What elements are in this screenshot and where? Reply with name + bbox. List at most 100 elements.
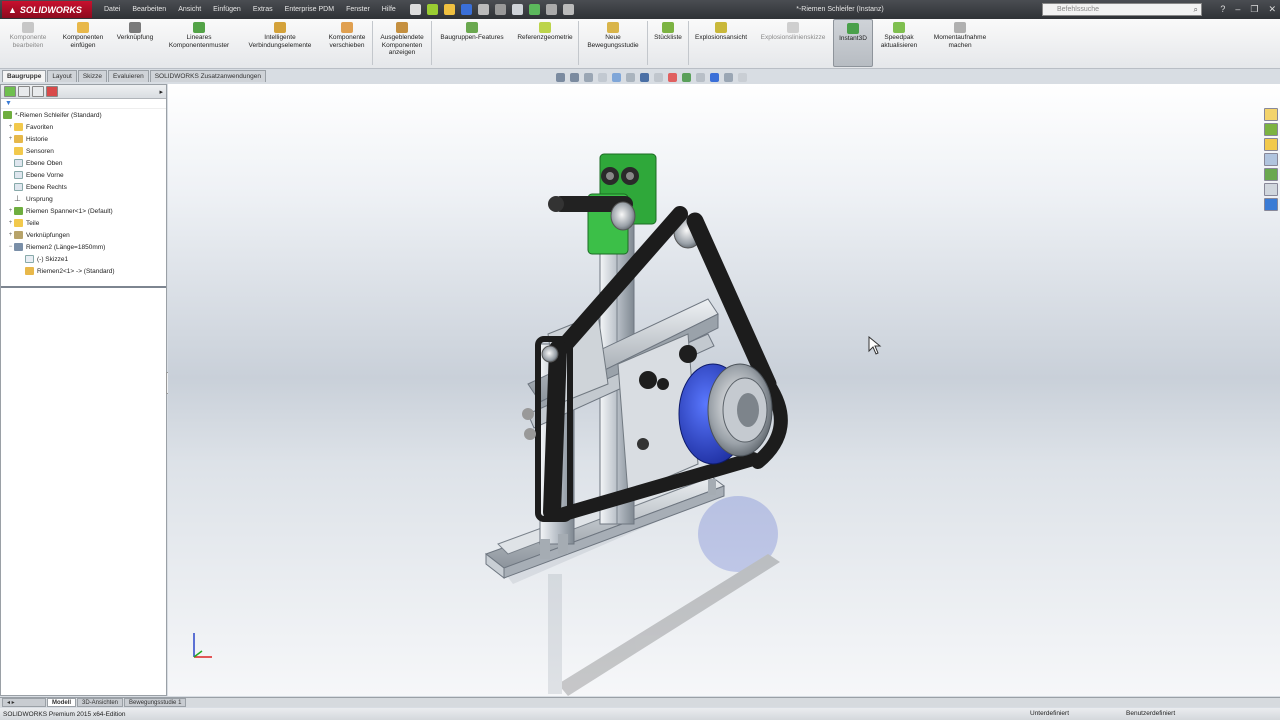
expand-icon[interactable]: +: [7, 124, 14, 130]
open-icon[interactable]: [426, 4, 438, 15]
tree-item-front-plane[interactable]: Ebene Vorne: [1, 169, 166, 181]
previous-view-icon[interactable]: [584, 73, 593, 82]
linear-pattern-button[interactable]: Lineares Komponentenmuster: [160, 19, 238, 67]
dynamic-annotation-icon[interactable]: [612, 73, 621, 82]
tree-item-history[interactable]: + Historie: [1, 133, 166, 145]
resources-tab-icon[interactable]: [1264, 123, 1278, 136]
apply-scene-icon[interactable]: [682, 73, 691, 82]
feature-tree-tab-icon[interactable]: [4, 86, 16, 97]
view-orientation-icon[interactable]: [626, 73, 635, 82]
traffic-light-icon[interactable]: [528, 4, 540, 15]
menu-insert[interactable]: Einfügen: [207, 0, 247, 19]
show-hidden-components-button[interactable]: Ausgeblendete Komponenten anzeigen: [373, 19, 431, 67]
design-library-icon[interactable]: [1264, 138, 1278, 151]
expand-icon[interactable]: +: [7, 208, 14, 214]
mate-button[interactable]: Verknüpfung: [110, 19, 160, 67]
tab-evaluate[interactable]: Evaluieren: [108, 70, 149, 82]
home-tab-icon[interactable]: [1264, 108, 1278, 121]
menu-file[interactable]: Datei: [98, 0, 126, 19]
tree-filter[interactable]: ▼: [1, 99, 166, 109]
bom-button[interactable]: Stückliste: [648, 19, 688, 67]
new-document-icon[interactable]: [409, 4, 421, 15]
tree-item-origin[interactable]: ⊥ Ursprung: [1, 193, 166, 205]
print-icon[interactable]: [477, 4, 489, 15]
edit-component-button[interactable]: Komponente bearbeiten: [0, 19, 56, 67]
menu-window[interactable]: Fenster: [340, 0, 376, 19]
expand-icon[interactable]: +: [7, 136, 14, 142]
tab-3d-views[interactable]: 3D-Ansichten: [77, 698, 124, 707]
menu-view[interactable]: Ansicht: [172, 0, 207, 19]
check-icon[interactable]: [738, 73, 747, 82]
command-search-input[interactable]: Befehlssuche ⌕: [1042, 3, 1202, 16]
menu-help[interactable]: Hilfe: [376, 0, 402, 19]
search-icon[interactable]: ⌕: [1194, 5, 1198, 15]
instant3d-button[interactable]: Instant3D: [833, 19, 873, 67]
reference-geometry-button[interactable]: Referenzgeometrie: [512, 19, 578, 67]
help-icon[interactable]: ?: [1220, 0, 1225, 19]
menu-pdm[interactable]: Enterprise PDM: [279, 0, 340, 19]
minimize-icon[interactable]: –: [1235, 0, 1240, 19]
solidworks-logo[interactable]: ▲ SOLIDWORKS: [2, 1, 92, 18]
collapse-icon[interactable]: −: [7, 244, 14, 250]
graphics-area[interactable]: [168, 84, 1280, 696]
select-icon[interactable]: [511, 4, 523, 15]
rebuild-icon[interactable]: [443, 4, 455, 15]
insert-components-button[interactable]: Komponenten einfügen: [56, 19, 110, 67]
tab-layout[interactable]: Layout: [47, 70, 77, 82]
tree-item-favorites[interactable]: + Favoriten: [1, 121, 166, 133]
appearances-icon[interactable]: [1264, 183, 1278, 196]
zoom-to-fit-icon[interactable]: [556, 73, 565, 82]
expand-icon[interactable]: +: [7, 220, 14, 226]
hide-show-items-icon[interactable]: [654, 73, 663, 82]
expand-arrow-icon[interactable]: ▸: [159, 88, 163, 96]
update-speedpak-button[interactable]: Speedpak aktualisieren: [873, 19, 925, 67]
restore-icon[interactable]: ❐: [1250, 0, 1258, 19]
file-properties-icon[interactable]: [545, 4, 557, 15]
assembly-features-button[interactable]: Baugruppen-Features: [432, 19, 512, 67]
tab-addins[interactable]: SOLIDWORKS Zusatzanwendungen: [149, 70, 266, 82]
explode-line-sketch-button[interactable]: Explosionslinienskizze: [753, 19, 833, 67]
scroll-arrows[interactable]: ◂ ▸: [2, 698, 46, 707]
tab-model[interactable]: Modell: [47, 698, 76, 707]
save-icon[interactable]: [460, 4, 472, 15]
split-view-icon[interactable]: [724, 73, 733, 82]
tree-item-mates[interactable]: + Verknüpfungen: [1, 229, 166, 241]
menu-edit[interactable]: Bearbeiten: [126, 0, 172, 19]
tree-item-right-plane[interactable]: Ebene Rechts: [1, 181, 166, 193]
tree-item-root[interactable]: *-Riemen Schleifer (Standard): [1, 109, 166, 121]
tree-item-belt[interactable]: − Riemen2 (Länge=1850mm): [1, 241, 166, 253]
expand-icon[interactable]: +: [7, 232, 14, 238]
edit-appearance-icon[interactable]: [668, 73, 677, 82]
property-manager-tab-icon[interactable]: [18, 86, 30, 97]
section-view-icon[interactable]: [598, 73, 607, 82]
options-icon[interactable]: [562, 4, 574, 15]
tree-item-belt-tensioner[interactable]: + Riemen Spanner<1> (Default): [1, 205, 166, 217]
undo-icon[interactable]: [494, 4, 506, 15]
tree-item-belt-part[interactable]: Riemen2<1> -> (Standard): [1, 265, 166, 277]
move-component-button[interactable]: Komponente verschieben: [322, 19, 372, 67]
tree-item-sensors[interactable]: Sensoren: [1, 145, 166, 157]
tree-item-parts[interactable]: + Teile: [1, 217, 166, 229]
take-snapshot-button[interactable]: Momentaufnahme machen: [925, 19, 995, 67]
pane-divider[interactable]: [1, 286, 166, 288]
display-style-icon[interactable]: [640, 73, 649, 82]
file-explorer-icon[interactable]: [1264, 153, 1278, 166]
tab-assembly[interactable]: Baugruppe: [2, 70, 47, 82]
tree-item-sketch[interactable]: (-) Skizze1: [1, 253, 166, 265]
close-icon[interactable]: ✕: [1268, 0, 1276, 19]
exploded-view-button[interactable]: Explosionsansicht: [689, 19, 753, 67]
menu-tools[interactable]: Extras: [247, 0, 279, 19]
custom-properties-icon[interactable]: [1264, 198, 1278, 211]
view-settings-icon[interactable]: [696, 73, 705, 82]
status-units[interactable]: Benutzerdefiniert: [1126, 708, 1175, 720]
tree-item-top-plane[interactable]: Ebene Oben: [1, 157, 166, 169]
tab-motion-study[interactable]: Bewegungsstudie 1: [124, 698, 187, 707]
configuration-manager-tab-icon[interactable]: [32, 86, 44, 97]
new-motion-study-button[interactable]: Neue Bewegungsstudie: [579, 19, 647, 67]
tab-sketch[interactable]: Skizze: [77, 70, 107, 82]
smart-fasteners-button[interactable]: Intelligente Verbindungselemente: [238, 19, 322, 67]
display-manager-tab-icon[interactable]: [46, 86, 58, 97]
save-view-icon[interactable]: [710, 73, 719, 82]
zoom-area-icon[interactable]: [570, 73, 579, 82]
view-palette-icon[interactable]: [1264, 168, 1278, 181]
